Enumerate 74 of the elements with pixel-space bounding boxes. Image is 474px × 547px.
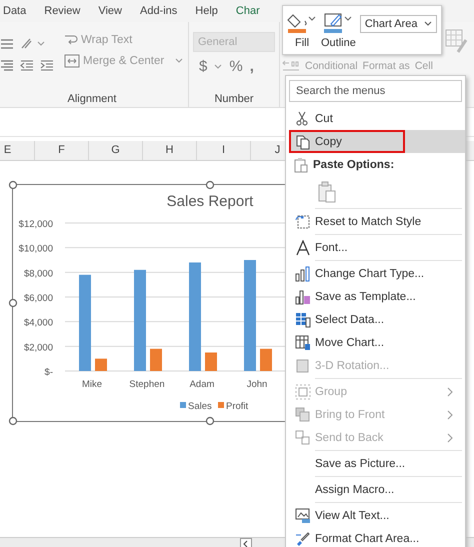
ribbon-tab[interactable]: Data (3, 5, 26, 17)
currency-button[interactable]: $ (199, 58, 208, 75)
axis-tick-label: $- (44, 367, 53, 378)
axis-tick-label: $6,000 (24, 293, 53, 304)
select-data-icon (295, 312, 311, 328)
move-chart-icon (295, 334, 311, 350)
chart-title: Sales Report (166, 193, 254, 210)
submenu-chevron-icon (446, 410, 454, 420)
copy-icon (295, 134, 311, 150)
column-header[interactable]: F (35, 141, 89, 160)
category-label: John (246, 379, 268, 390)
legend-label: Sales (188, 401, 212, 412)
scroll-left-icon[interactable] (240, 538, 252, 547)
wrap-text-icon (64, 33, 78, 47)
group-label: Alignment (66, 93, 118, 105)
axis-tick-label: $2,000 (24, 342, 53, 354)
menu-item[interactable]: Assign Macro... (289, 478, 462, 501)
category-label: Mike (82, 379, 102, 390)
resize-handle[interactable] (8, 298, 18, 308)
group-label: Number (213, 93, 255, 105)
ribbon-tab[interactable]: Help (195, 5, 218, 17)
paste-icon[interactable] (317, 181, 337, 203)
axis-tick-label: $10,000 (18, 244, 53, 255)
outline-button[interactable]: Outline (321, 11, 356, 49)
letter-icon (295, 240, 311, 256)
resize-handle[interactable] (206, 180, 214, 190)
align-icon[interactable] (0, 37, 14, 49)
column-header[interactable]: I (197, 141, 251, 160)
align-right-icon[interactable] (0, 60, 14, 72)
ribbon-tab[interactable]: Char (236, 5, 260, 17)
caret-icon (424, 21, 432, 27)
resize-handle[interactable] (8, 180, 18, 190)
menu-item[interactable]: View Alt Text... (289, 504, 462, 527)
alt-text-icon (295, 508, 311, 524)
column-header[interactable]: H (143, 141, 197, 160)
percent-button[interactable]: % (229, 58, 243, 75)
category-label: Stephen (129, 379, 165, 390)
bring-front-icon (295, 406, 311, 422)
merge-icon (64, 54, 80, 68)
caret-icon[interactable] (214, 64, 222, 70)
decrease-indent-icon[interactable] (20, 60, 34, 72)
template-icon (295, 288, 311, 304)
resize-handle[interactable] (8, 416, 18, 426)
caret-icon (175, 58, 184, 64)
legend-label: Profit (226, 401, 248, 412)
cell-styles-icon[interactable] (444, 28, 468, 54)
menu-item[interactable]: Cut (289, 107, 462, 130)
clipboard-icon (293, 157, 309, 173)
column-header[interactable]: E (0, 141, 35, 160)
resize-handle[interactable] (206, 416, 214, 426)
ribbon-tab[interactable]: Add-ins (140, 5, 178, 17)
fill-button[interactable]: Fill (287, 11, 317, 49)
group-icon (295, 384, 311, 400)
axis-tick-label: $4,000 (24, 318, 53, 329)
category-label: Adam (190, 379, 214, 390)
ribbon-tab[interactable]: View (98, 5, 122, 17)
submenu-chevron-icon (446, 432, 454, 442)
format-icon (295, 530, 311, 546)
axis-tick-label: $8,000 (24, 268, 53, 280)
menu-section-heading: Paste Options: (313, 159, 394, 171)
orientation-icon[interactable] (20, 36, 46, 50)
menu-item[interactable]: Format Chart Area... (289, 527, 462, 547)
search-field[interactable]: Search the menus (289, 80, 462, 102)
ribbon-tab[interactable]: Review (44, 5, 80, 17)
chart-element-dropdown[interactable]: Chart Area (360, 15, 437, 33)
chart-type-icon (295, 266, 311, 282)
comma-button[interactable]: , (250, 58, 254, 75)
axis-tick-label: $12,000 (18, 219, 53, 230)
reset-icon (295, 214, 311, 230)
submenu-chevron-icon (446, 386, 454, 396)
increase-indent-icon[interactable] (40, 60, 54, 72)
menu-item[interactable]: Save as Picture... (289, 452, 462, 475)
column-header[interactable]: G (89, 141, 143, 160)
send-back-icon (295, 430, 311, 446)
